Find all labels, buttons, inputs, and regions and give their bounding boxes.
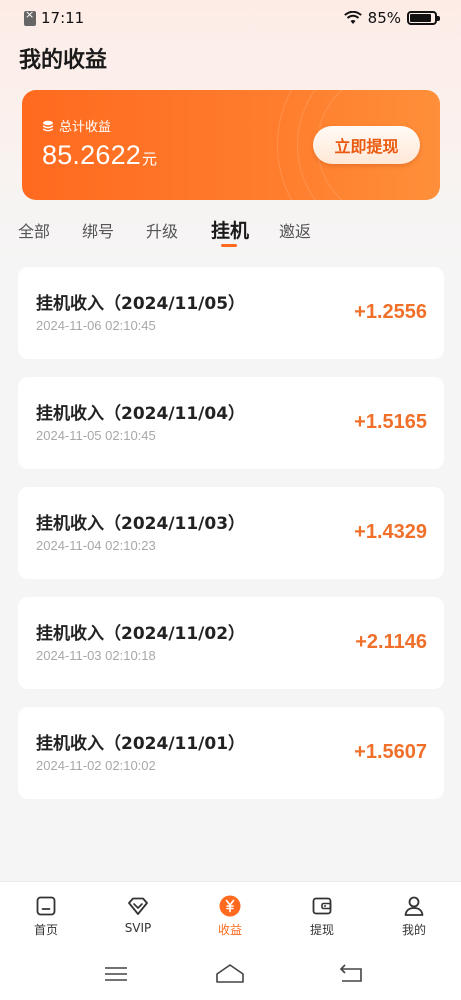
record-amount: +2.1146 xyxy=(355,631,427,653)
nav-me[interactable]: 我的 xyxy=(379,894,449,938)
coin-stack-icon xyxy=(43,120,53,131)
wifi-icon xyxy=(343,11,362,24)
no-sim-icon xyxy=(24,8,36,26)
record-title: 挂机收入（2024/11/02） xyxy=(36,624,246,644)
wallet-icon xyxy=(312,897,332,915)
currency-unit: 元 xyxy=(142,150,158,168)
tab-upgrade[interactable]: 升级 xyxy=(146,218,178,242)
nav-withdraw[interactable]: 提现 xyxy=(287,894,357,938)
record-time: 2024-11-04 02:10:23 xyxy=(36,538,156,553)
nav-home-label: 首页 xyxy=(33,923,58,937)
menu-icon[interactable] xyxy=(101,961,131,987)
total-earnings-label: 总计收益 xyxy=(59,120,112,135)
battery-icon xyxy=(407,11,440,25)
record-amount: +1.5165 xyxy=(354,411,427,433)
active-tab-indicator xyxy=(221,244,237,247)
home-icon xyxy=(36,896,56,916)
page-title: 我的收益 xyxy=(19,48,108,73)
record-item[interactable]: 挂机收入（2024/11/01） 2024-11-02 02:10:02 +1.… xyxy=(18,707,444,799)
nav-svip-label: SVIP xyxy=(124,921,152,935)
nav-earnings[interactable]: 收益 xyxy=(195,894,265,938)
diamond-icon xyxy=(128,897,148,915)
record-time: 2024-11-05 02:10:45 xyxy=(36,428,156,443)
record-time: 2024-11-02 02:10:02 xyxy=(36,758,156,773)
tab-invite-rebate[interactable]: 邀返 xyxy=(279,218,311,242)
record-amount: +1.4329 xyxy=(354,521,427,543)
user-icon xyxy=(404,896,424,916)
nav-withdraw-label: 提现 xyxy=(309,923,334,937)
system-navigation-bar xyxy=(0,953,461,1000)
record-title: 挂机收入（2024/11/04） xyxy=(36,404,246,424)
home-button-icon[interactable] xyxy=(214,961,246,987)
total-earnings-label-row: 总计收益 xyxy=(42,116,111,135)
record-title: 挂机收入（2024/11/03） xyxy=(36,514,246,534)
status-time: 17:11 xyxy=(41,9,85,27)
yen-coin-icon xyxy=(219,895,241,917)
nav-home[interactable]: 首页 xyxy=(11,894,81,938)
nav-earnings-label: 收益 xyxy=(217,923,242,937)
record-time: 2024-11-03 02:10:18 xyxy=(36,648,156,663)
record-item[interactable]: 挂机收入（2024/11/03） 2024-11-04 02:10:23 +1.… xyxy=(18,487,444,579)
record-amount: +1.2556 xyxy=(354,301,427,323)
total-earnings-card: 总计收益 85.2622元 立即提现 xyxy=(22,90,440,200)
nav-me-label: 我的 xyxy=(401,923,426,937)
bottom-navigation: 首页 SVIP 收益 提现 我的 xyxy=(0,881,461,953)
record-amount: +1.5607 xyxy=(354,741,427,763)
record-item[interactable]: 挂机收入（2024/11/04） 2024-11-05 02:10:45 +1.… xyxy=(18,377,444,469)
battery-percent: 85% xyxy=(367,9,401,27)
record-title: 挂机收入（2024/11/01） xyxy=(36,734,246,754)
record-title: 挂机收入（2024/11/05） xyxy=(36,294,246,314)
record-item[interactable]: 挂机收入（2024/11/05） 2024-11-06 02:10:45 +1.… xyxy=(18,267,444,359)
back-icon[interactable] xyxy=(336,961,366,987)
earnings-page: 17:11 85% 我的收益 总计收益 85.2622元 xyxy=(0,0,461,1000)
tab-all[interactable]: 全部 xyxy=(18,218,50,242)
nav-svip[interactable]: SVIP xyxy=(103,894,173,935)
earnings-tabs: 全部 绑号 升级 挂机 邀返 xyxy=(0,214,461,254)
record-item[interactable]: 挂机收入（2024/11/02） 2024-11-03 02:10:18 +2.… xyxy=(18,597,444,689)
tab-bind-account[interactable]: 绑号 xyxy=(82,218,114,242)
total-earnings-amount: 85.2622 xyxy=(42,140,141,170)
status-bar: 17:11 85% xyxy=(0,0,461,36)
total-earnings-value: 85.2622元 xyxy=(42,140,157,171)
tab-idle[interactable]: 挂机 xyxy=(211,216,249,243)
record-time: 2024-11-06 02:10:45 xyxy=(36,318,156,333)
withdraw-now-button[interactable]: 立即提现 xyxy=(313,126,420,164)
